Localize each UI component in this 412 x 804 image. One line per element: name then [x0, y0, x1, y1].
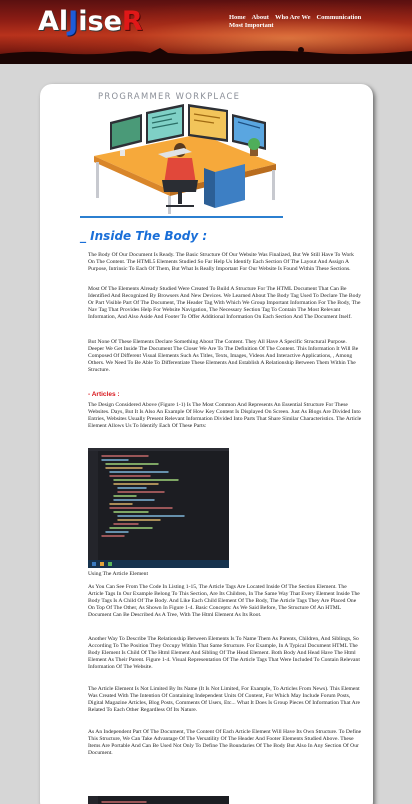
- paragraph-6: Another Way To Describe The Relationship…: [88, 636, 360, 670]
- code-editor-screenshot-2: [88, 796, 229, 804]
- paragraph-5: As You Can See From The Code In Listing …: [88, 584, 360, 618]
- paragraph-3: But None Of These Elements Declare Somet…: [88, 339, 359, 373]
- logo-letter: l: [58, 6, 69, 37]
- nav-home[interactable]: Home: [229, 14, 246, 22]
- logo-letter: i: [78, 6, 88, 37]
- header-silhouette: [0, 47, 412, 64]
- figure-caption: Using The Article Element: [88, 571, 149, 577]
- nav-communication[interactable]: Communication: [316, 14, 361, 22]
- site-logo[interactable]: AlJiseR: [38, 6, 143, 38]
- hero-divider: [80, 216, 283, 218]
- nav-about[interactable]: About: [252, 14, 269, 22]
- paragraph-8: As An Independent Part Of The Document, …: [88, 729, 362, 756]
- articles-heading: - Articles :: [88, 391, 120, 398]
- site-header: AlJiseR Home About Who Are We Communicat…: [0, 0, 412, 64]
- logo-letter: R: [121, 6, 143, 37]
- logo-letter: e: [103, 6, 122, 37]
- logo-letter: A: [38, 6, 59, 37]
- hero-title: PROGRAMMER WORKPLACE: [98, 91, 241, 101]
- paragraph-1: The Body Of Our Document Is Ready. The B…: [88, 252, 354, 272]
- paragraph-7: The Article Element Is Not Limited By It…: [88, 686, 360, 713]
- paragraph-4: The Design Considered Above (Figure 1-1)…: [88, 402, 362, 429]
- main-nav: Home About Who Are We Communication Most…: [229, 14, 409, 30]
- nav-who-are-we[interactable]: Who Are We: [275, 14, 311, 22]
- logo-letter: s: [87, 6, 104, 37]
- paragraph-2: Most Of The Elements Already Studied Wer…: [88, 286, 362, 320]
- programmer-workplace-illustration: [80, 92, 282, 216]
- section-title: _ Inside The Body :: [80, 229, 208, 243]
- content-card: PROGRAMMER WORKPLACE _ Inside The Body :…: [40, 84, 373, 804]
- logo-letter: J: [68, 6, 79, 37]
- nav-most-important[interactable]: Most Important: [229, 22, 274, 30]
- code-editor-screenshot: [88, 448, 229, 568]
